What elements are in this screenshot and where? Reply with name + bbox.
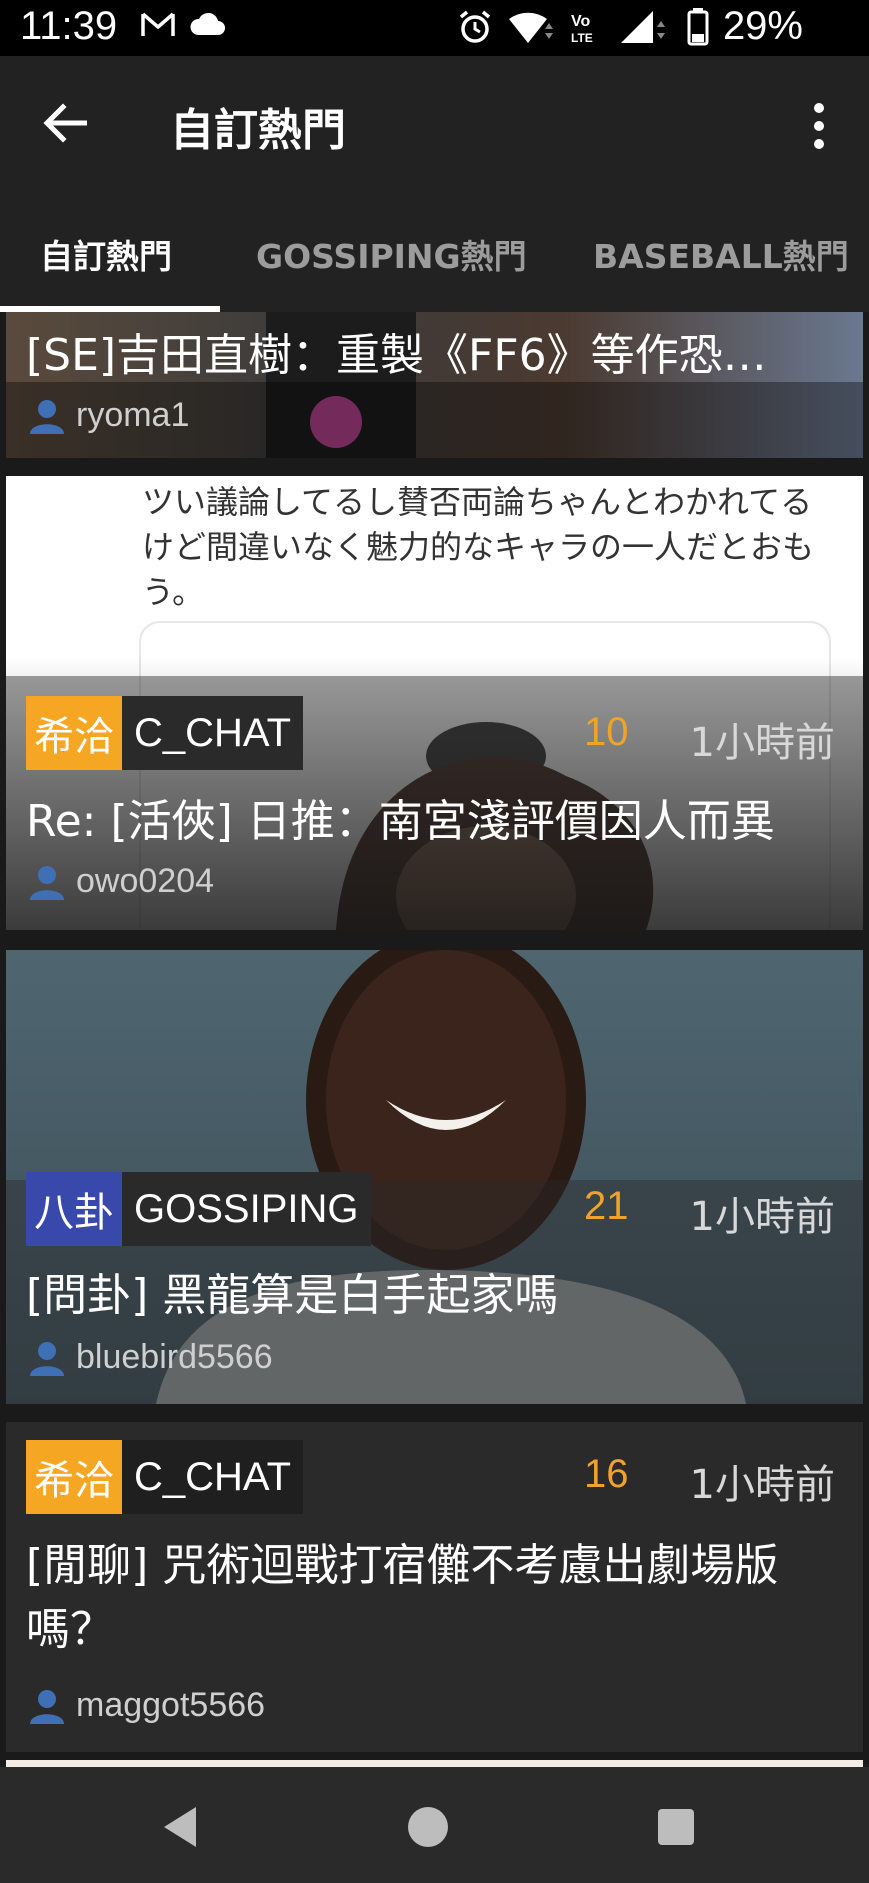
post-card[interactable]: 希洽 C_CHAT 16 1小時前 [閒聊] 咒術迴戰打宿儺不考慮出劇場版嗎？ … <box>6 1422 863 1752</box>
board-name-cn: 希洽 <box>26 1440 122 1514</box>
board-badge[interactable]: 希洽 C_CHAT <box>26 696 304 770</box>
arrow-left-icon <box>43 103 87 143</box>
user-icon <box>30 1341 64 1376</box>
svg-text:Vo: Vo <box>571 13 590 30</box>
nav-back-button[interactable] <box>150 1797 210 1857</box>
user-icon <box>30 865 64 900</box>
nav-recents-button[interactable] <box>646 1797 706 1857</box>
image-text: ツい議論してるし賛否両論ちゃんとわかれてるけど間違いなく魅力的なキャラの一人だと… <box>142 483 815 611</box>
push-count: 10 <box>584 710 629 754</box>
page-title: 自訂熱門 <box>170 105 346 156</box>
tab-custom-hot[interactable]: 自訂熱門 <box>40 230 172 278</box>
post-title: [SE]吉田直樹：重製《FF6》等作恐… <box>26 330 767 381</box>
push-count: 21 <box>584 1184 629 1228</box>
nav-recents-icon <box>658 1809 694 1845</box>
board-name-en: C_CHAT <box>122 1440 304 1514</box>
cloud-icon <box>190 12 225 35</box>
wifi-icon <box>508 12 553 43</box>
post-card[interactable] <box>6 1760 863 1767</box>
svg-text:LTE: LTE <box>571 31 593 45</box>
post-author: owo0204 <box>28 862 214 901</box>
post-title: [閒聊] 咒術迴戰打宿儺不考慮出劇場版嗎？ <box>26 1540 779 1655</box>
signal-icon <box>620 10 665 43</box>
post-card[interactable]: 八卦 GOSSIPING 21 1小時前 [問卦] 黑龍算是白手起家嗎 blue… <box>6 950 863 1404</box>
nav-back-icon <box>164 1807 196 1847</box>
board-badge[interactable]: 希洽 C_CHAT <box>26 1440 304 1514</box>
board-name-en: GOSSIPING <box>122 1172 371 1246</box>
post-feed[interactable]: [SE]吉田直樹：重製《FF6》等作恐… ryoma1 ツい議論してるし賛否両論… <box>0 312 869 1767</box>
battery-icon <box>687 7 709 45</box>
board-name-cn: 八卦 <box>26 1172 122 1246</box>
battery-percent: 29% <box>722 4 803 48</box>
board-name-en: C_CHAT <box>122 696 304 770</box>
post-card[interactable]: ツい議論してるし賛否両論ちゃんとわかれてるけど間違いなく魅力的なキャラの一人だと… <box>6 476 863 930</box>
app-bar: 自訂熱門 <box>0 56 869 190</box>
tab-bar: 自訂熱門 GOSSIPING熱門 BASEBALL熱門 <box>0 190 869 312</box>
post-time: 1小時前 <box>689 720 835 766</box>
author-name: maggot5566 <box>76 1686 266 1724</box>
more-vert-icon <box>814 103 824 113</box>
alarm-icon <box>459 10 491 43</box>
status-time: 11:39 <box>20 4 118 48</box>
post-card[interactable]: [SE]吉田直樹：重製《FF6》等作恐… ryoma1 <box>6 312 863 458</box>
nav-home-icon <box>408 1807 448 1847</box>
post-author: ryoma1 <box>28 396 189 435</box>
back-button[interactable] <box>30 88 100 158</box>
nav-home-button[interactable] <box>398 1797 458 1857</box>
more-options-button[interactable] <box>789 94 849 158</box>
status-right: Vo LTE 29% <box>457 4 803 49</box>
author-name: bluebird5566 <box>76 1338 273 1376</box>
author-name: ryoma1 <box>76 396 190 434</box>
system-navigation-bar <box>0 1767 869 1883</box>
board-name-cn: 希洽 <box>26 696 122 770</box>
post-time: 1小時前 <box>689 1462 835 1508</box>
volte-icon: Vo LTE <box>571 13 593 45</box>
status-left-icons <box>140 10 226 38</box>
post-author: maggot5566 <box>28 1686 265 1725</box>
push-count: 16 <box>584 1452 629 1496</box>
user-icon <box>30 399 64 434</box>
author-name: owo0204 <box>76 862 215 900</box>
post-title: Re: [活俠] 日推：南宮淺評價因人而異 <box>26 796 775 847</box>
post-author: bluebird5566 <box>28 1338 273 1377</box>
tab-gossiping-hot[interactable]: GOSSIPING熱門 <box>256 230 527 278</box>
post-time: 1小時前 <box>689 1194 835 1240</box>
status-bar: 11:39 Vo LTE 29% <box>0 0 869 56</box>
post-title: [問卦] 黑龍算是白手起家嗎 <box>26 1270 559 1321</box>
board-badge[interactable]: 八卦 GOSSIPING <box>26 1172 371 1246</box>
gmail-icon <box>141 12 175 36</box>
user-icon <box>30 1689 64 1724</box>
tab-baseball-hot[interactable]: BASEBALL熱門 <box>593 230 849 278</box>
